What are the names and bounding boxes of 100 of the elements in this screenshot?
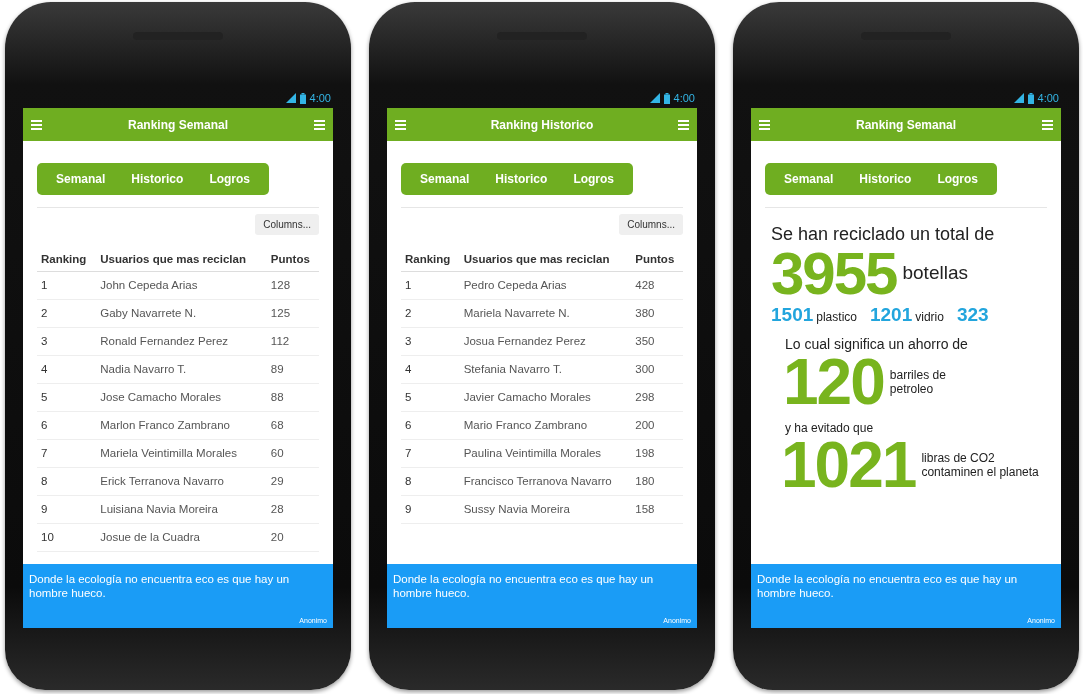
total-number: 3955 — [771, 245, 897, 302]
table-cell: 158 — [631, 495, 683, 524]
column-header: Usuarios que mas reciclan — [459, 247, 632, 272]
tab[interactable]: Logros — [560, 172, 628, 186]
status-time: 4:00 — [1037, 92, 1059, 104]
column-header: Puntos — [266, 247, 319, 272]
tab[interactable]: Semanal — [407, 172, 483, 186]
screen-title: Ranking Historico — [490, 117, 594, 132]
table-cell: Sussy Navia Moreira — [459, 495, 632, 524]
table-cell: 3 — [401, 327, 460, 356]
table-cell: 428 — [631, 271, 683, 300]
table-cell: 7 — [401, 439, 460, 468]
table-cell: 28 — [266, 495, 319, 524]
quote-text: Donde la ecología no encuentra eco es que hay un hombre hueco. — [757, 572, 1019, 600]
menu-icon[interactable] — [678, 119, 689, 130]
table-cell: 125 — [266, 299, 319, 328]
table-cell: 2 — [401, 299, 460, 328]
table-cell: 9 — [37, 495, 97, 524]
table-cell: Mariela Navarrete N. — [459, 299, 632, 328]
battery-icon — [663, 92, 670, 104]
table-cell: Gaby Navarrete N. — [96, 299, 267, 328]
screen-title: Ranking Semanal — [128, 117, 228, 132]
table-cell: 112 — [266, 327, 319, 356]
menu-icon[interactable] — [31, 119, 42, 130]
table-cell: 89 — [266, 355, 319, 384]
count-number: 323 — [956, 304, 989, 326]
table-cell: 60 — [266, 439, 319, 468]
battery-icon — [1027, 92, 1034, 104]
table-cell: Francisco Terranova Navarro — [459, 467, 632, 496]
table-cell: 350 — [631, 327, 683, 356]
menu-icon[interactable] — [395, 119, 406, 130]
table-cell: 180 — [631, 467, 683, 496]
menu-icon[interactable] — [759, 119, 770, 130]
quote-text: Donde la ecología no encuentra eco es que hay un hombre hueco. — [393, 572, 655, 600]
table-cell: Mario Franco Zambrano — [459, 411, 632, 440]
count-label: plastico — [816, 310, 857, 324]
table-cell: 20 — [266, 523, 319, 552]
status-time: 4:00 — [309, 92, 331, 104]
table-cell: 29 — [266, 467, 319, 496]
table-cell: 4 — [37, 355, 97, 384]
menu-icon[interactable] — [314, 119, 325, 130]
screen-title: Ranking Semanal — [856, 117, 956, 132]
table-cell: 6 — [401, 411, 460, 440]
table-cell: Josua Fernandez Perez — [459, 327, 632, 356]
table-cell: 1 — [37, 271, 97, 300]
avoided-label: y ha evitado que — [784, 420, 875, 435]
battery-icon — [299, 92, 306, 104]
tab[interactable]: Historico — [846, 172, 925, 186]
tab[interactable]: Historico — [482, 172, 561, 186]
column-header: Puntos — [631, 247, 683, 272]
count-number: 1201 — [869, 304, 913, 326]
signal-icon — [285, 93, 296, 103]
savings-number: 120 — [783, 352, 884, 413]
signal-icon — [1013, 93, 1024, 103]
columns-button[interactable]: Columns... — [619, 214, 683, 235]
menu-icon[interactable] — [1042, 119, 1053, 130]
table-cell: Jose Camacho Morales — [96, 383, 267, 412]
table-cell: Luisiana Navia Moreira — [96, 495, 267, 524]
table-cell: 2 — [37, 299, 97, 328]
table-cell: Javier Camacho Morales — [459, 383, 632, 412]
table-cell: 9 — [401, 495, 460, 524]
signal-icon — [649, 93, 660, 103]
table-cell: 4 — [401, 355, 460, 384]
table-cell: 10 — [37, 523, 97, 552]
table-cell: Pedro Cepeda Arias — [459, 271, 632, 300]
tab[interactable]: Historico — [118, 172, 197, 186]
table-cell: 5 — [401, 383, 460, 412]
table-cell: Erick Terranova Navarro — [96, 467, 267, 496]
table-cell: 8 — [401, 467, 460, 496]
table-cell: 300 — [631, 355, 683, 384]
table-cell: 5 — [37, 383, 97, 412]
table-cell: 8 — [37, 467, 97, 496]
quote-text: Donde la ecología no encuentra eco es que hay un hombre hueco. — [29, 572, 291, 600]
tab[interactable]: Logros — [196, 172, 264, 186]
table-cell: Mariela Veintimilla Morales — [96, 439, 267, 468]
savings-label: Lo cual significa un ahorro de — [784, 336, 969, 352]
table-cell: Nadia Navarro T. — [96, 355, 267, 384]
tab[interactable]: Semanal — [771, 172, 847, 186]
tab[interactable]: Logros — [924, 172, 992, 186]
table-cell: 68 — [266, 411, 319, 440]
table-cell: 3 — [37, 327, 97, 356]
count-number: 1501 — [771, 304, 814, 326]
table-cell: Marlon Franco Zambrano — [96, 411, 267, 440]
table-cell: 380 — [631, 299, 683, 328]
table-cell: 88 — [266, 383, 319, 412]
count-label: vidrio — [915, 310, 944, 324]
avoided-number: 1021 — [781, 434, 916, 496]
column-header: Ranking — [401, 247, 460, 272]
status-time: 4:00 — [673, 92, 695, 104]
tab[interactable]: Semanal — [43, 172, 119, 186]
table-cell: 198 — [631, 439, 683, 468]
total-label: Se han reciclado un total de — [771, 224, 996, 245]
table-cell: Ronald Fernandez Perez — [96, 327, 267, 356]
table-cell: 7 — [37, 439, 97, 468]
table-cell: Josue de la Cuadra — [96, 523, 267, 552]
columns-button[interactable]: Columns... — [255, 214, 319, 235]
table-cell: 298 — [631, 383, 683, 412]
table-cell: Stefania Navarro T. — [459, 355, 632, 384]
table-cell: Paulina Veintimilla Morales — [459, 439, 632, 468]
table-cell: 200 — [631, 411, 683, 440]
